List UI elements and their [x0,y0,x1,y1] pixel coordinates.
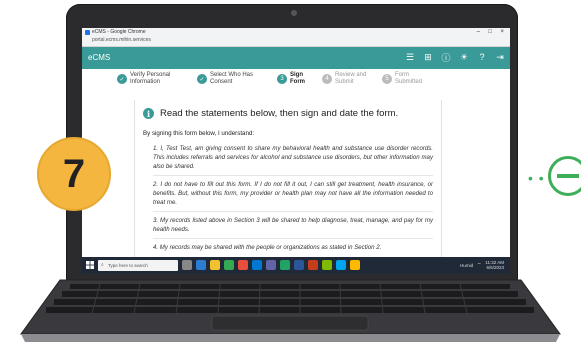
info-icon: i [143,108,154,119]
edge-icon[interactable] [196,260,206,270]
statement-item: 1. I, Test Test, am giving consent to sh… [153,145,433,170]
sun-icon[interactable]: ☀ [458,51,470,63]
step-number: 3 [277,74,287,84]
app-header: eCMS ☰ ⊞ ⓘ ☀ ? ⇥ [82,47,510,69]
logout-icon[interactable]: ⇥ [494,51,506,63]
windows-taskbar: ⌕ Type here to search Humid ⌔ 11:32 AM 6… [82,257,510,274]
step-review-submit: 4 Review and Submit [322,72,371,86]
browser-titlebar: eCMS - Google Chrome portal.ecms.mihin.s… [82,28,510,47]
system-tray: Humid ⌔ 11:32 AM 6/6/2023 [460,260,504,270]
webcam [291,10,297,16]
form-intro: By signing this form below, I understand… [143,130,255,137]
taskbar-search[interactable]: ⌕ Type here to search [98,260,178,271]
wifi-icon[interactable]: ⌔ [477,262,481,268]
step-label: Review and Submit [335,72,367,85]
excel-icon[interactable] [280,260,290,270]
minus-circle-icon [548,156,581,196]
minimize-button[interactable]: – [477,29,480,35]
address-bar[interactable]: portal.ecms.mihin.services [92,37,151,43]
form-heading-text: Read the statements below, then sign and… [160,108,399,119]
step-sign-form: 3 Sign Form [277,72,310,86]
step-label: Form Submitted [395,72,423,85]
search-icon: ⌕ [101,262,104,268]
statement-item: 4. My records may be shared with the peo… [153,244,382,251]
statement-item: 2. I do not have to fill out this form. … [153,181,433,206]
step-form-submitted: 5 Form Submitted [382,72,431,86]
plus-icon[interactable]: ⊞ [422,51,434,63]
step-number: 4 [322,74,332,84]
browser-favicon-icon [85,30,90,35]
windows-start-icon[interactable] [86,261,94,269]
teams-icon[interactable] [266,260,276,270]
statement-list: 1. I, Test Test, am giving consent to sh… [153,144,433,256]
step-verify-info: ✓ Verify Personal Information [117,72,178,86]
outlook-icon[interactable] [252,260,262,270]
powerpoint-icon[interactable] [308,260,318,270]
app-brand: eCMS [88,53,111,62]
step-select-consent: ✓ Select Who Has Consent [197,72,260,86]
app-icon[interactable] [336,260,346,270]
step-number-text: 7 [62,151,86,196]
step-label: Select Who Has Consent [210,72,254,85]
file-explorer-icon[interactable] [210,260,220,270]
check-icon: ✓ [117,74,127,84]
step-label: Sign Form [290,72,305,85]
step-number: 5 [382,74,392,84]
check-icon: ✓ [197,74,207,84]
chrome-icon[interactable] [224,260,234,270]
info-icon[interactable]: ⓘ [440,51,452,63]
app-icon[interactable] [238,260,248,270]
step-number-badge: 7 [37,137,111,211]
statement-item: 3. My records listed above in Section 3 … [153,217,433,233]
divider [153,175,433,176]
taskbar-search-placeholder: Type here to search [108,263,148,268]
app-icon[interactable] [322,260,332,270]
word-icon[interactable] [294,260,304,270]
divider [153,238,433,239]
app-icon[interactable] [350,260,360,270]
weather-text: Humid [460,262,474,268]
laptop-screen: eCMS - Google Chrome portal.ecms.mihin.s… [82,28,510,274]
help-icon[interactable]: ? [476,51,488,63]
step-label: Verify Personal Information [130,72,171,85]
divider [153,211,433,212]
list-icon[interactable]: ☰ [404,51,416,63]
clock-date: 6/6/2023 [486,265,504,270]
consent-form-card: i Read the statements below, then sign a… [134,100,442,274]
touchpad [211,315,369,331]
laptop-keyboard-base [20,279,561,342]
maximize-button[interactable]: □ [488,29,492,35]
form-heading: i Read the statements below, then sign a… [143,108,398,119]
close-button[interactable]: × [500,29,504,35]
progress-stepper: ✓ Verify Personal Information ✓ Select W… [117,72,477,96]
browser-title: eCMS - Google Chrome [92,29,146,35]
taskbar-apps [182,260,360,270]
task-view-icon[interactable] [182,260,192,270]
